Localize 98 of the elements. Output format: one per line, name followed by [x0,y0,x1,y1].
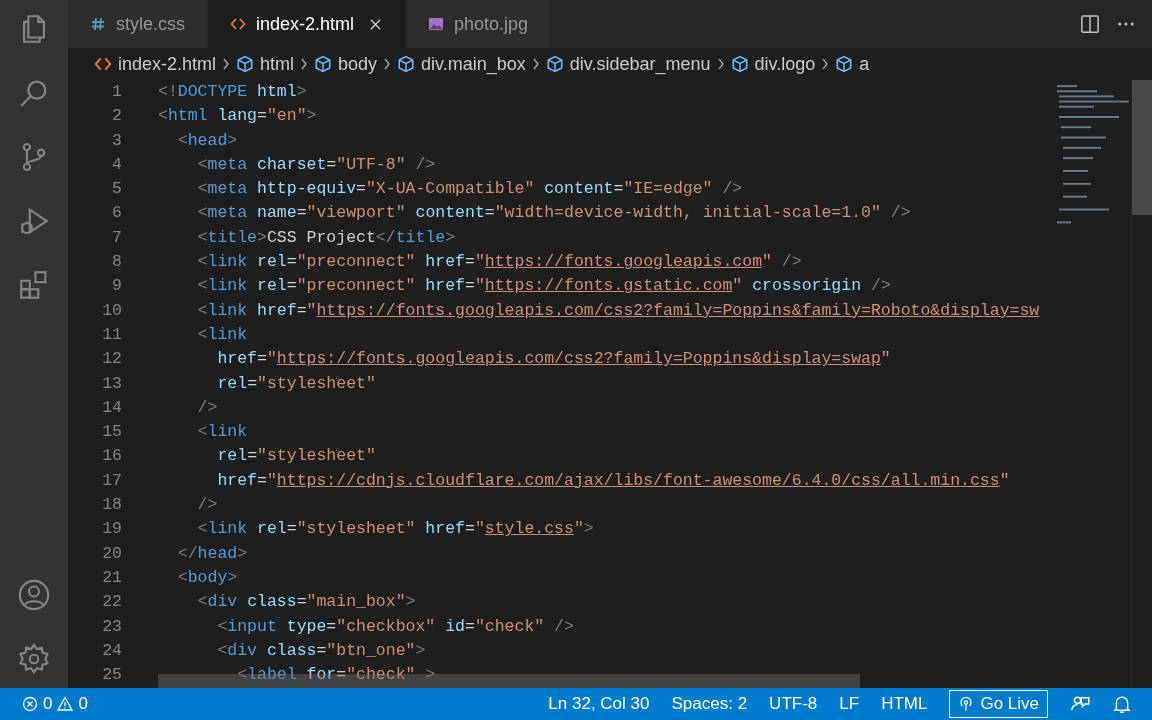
scrollbar-thumb[interactable] [1132,80,1152,215]
cube-icon [730,55,749,73]
code-brackets-icon [94,55,112,73]
line-number: 21 [101,566,122,589]
code-line: <meta name="viewport" content="width=device-width, initial-scale=1.0" /> [196,202,911,225]
breadcrumb-item[interactable]: div.main_box [397,53,526,75]
status-item[interactable]: Ln 32, Col 30 [548,694,650,714]
chevron-icon [300,57,309,71]
cube-icon [236,55,255,73]
chevron-icon [716,57,725,71]
line-number: 22 [101,591,122,614]
code-line: rel="stylesheet" [216,445,376,468]
cube-icon [397,55,416,73]
code-line: <meta http-equiv="X-UA-Compatible" content="IE=edge" /> [196,178,743,201]
line-number: 7 [111,226,122,249]
line-number: 2 [111,105,122,128]
warning-count: 0 [78,694,88,714]
code-line: <label for="check" > [236,664,436,687]
line-number: 11 [101,323,122,346]
error-count: 0 [43,694,53,714]
code-line: <link rel="stylesheet" href="style.css"> [196,518,594,541]
hash-icon [90,16,106,32]
code-line: <link [196,323,248,346]
line-number: 5 [111,178,122,201]
code-line: /> [196,396,218,419]
code-line: <body> [176,566,238,589]
breadcrumb-item[interactable]: a [835,53,870,75]
line-number: 16 [101,445,122,468]
breadcrumb-item[interactable]: body [314,53,378,75]
code-line: /> [196,494,218,517]
chevron-icon [531,57,540,71]
line-number: 25 [101,664,122,687]
line-number: 13 [101,372,122,395]
go-live-button[interactable]: Go Live [949,690,1048,718]
status-item[interactable]: LF [839,694,860,714]
status-item[interactable]: HTML [881,694,928,714]
breadcrumb-item[interactable]: div.logo [730,53,816,75]
line-number: 1 [111,81,122,103]
breadcrumb-label: div.logo [754,53,816,75]
code-line: <input type="checkbox" id="check" /> [216,615,574,638]
code-line: href="https://cdnjs.cloudflare.com/ajax/libs/font-awesome/6.4.0/css/all.min.css" [216,469,1010,492]
breadcrumb-item[interactable]: index-2.html [94,53,217,75]
code-line: <div class="main_box"> [196,591,416,614]
line-number: 12 [101,348,122,371]
warning-icon [57,696,74,712]
line-number: 20 [101,542,122,565]
code-line: <meta charset="UTF-8" /> [196,153,436,176]
code-line: href="https://fonts.googleapis.com/css2?family=Poppins&display=swap" [216,348,891,371]
editor-tab[interactable]: photo.jpg [406,0,551,48]
code-line: <link rel="preconnect" href="https://fonts.googleapis.com" /> [196,251,802,274]
error-icon [22,696,38,712]
breadcrumb-label: body [338,53,378,75]
split-editor-icon[interactable] [1080,14,1100,34]
editor-tab[interactable]: style.css [68,0,207,48]
line-number: 9 [111,275,122,298]
settings-icon[interactable] [17,642,51,676]
code-line: </head> [176,542,248,565]
breadcrumb-label: index-2.html [118,53,217,75]
chevron-icon [821,57,830,71]
chevron-icon [383,57,392,71]
line-number: 4 [111,153,122,176]
line-number: 24 [101,639,122,662]
breadcrumb-label: a [859,53,870,75]
status-item[interactable]: Spaces: 2 [671,694,748,714]
code-line: rel="stylesheet" [216,372,376,395]
code-line: <title>CSS Project</title> [196,226,456,249]
code-line: <!DOCTYPE html> [158,81,307,103]
code-line: <link [196,421,248,444]
breadcrumb-label: div.main_box [421,53,526,75]
code-line: <html lang="en"> [158,105,317,128]
code-line: <head> [176,129,238,152]
breadcrumb-item[interactable]: html [236,53,295,75]
breadcrumb-label: html [260,53,295,75]
chevron-icon [222,57,231,71]
code-line: <div class="btn_one"> [216,639,426,662]
image-icon [428,16,445,32]
code-line: <link rel="preconnect" href="https://fonts.gstatic.com" crossorigin /> [196,275,891,298]
line-number: 10 [101,299,122,322]
line-number: 15 [101,421,122,444]
status-item[interactable]: UTF-8 [769,694,818,714]
line-number: 6 [111,202,122,225]
line-number: 19 [101,518,122,541]
line-number: 23 [101,615,122,638]
notifications-icon[interactable] [1112,694,1132,714]
line-number: 3 [111,129,122,152]
code-brackets-icon [230,16,246,32]
broadcast-icon [958,696,975,712]
account-icon[interactable] [17,578,51,612]
cube-icon [545,55,564,73]
problems-status[interactable]: 0 0 [0,694,88,714]
cube-icon [835,55,854,73]
line-number: 17 [101,469,122,492]
line-number: 8 [111,251,122,274]
cube-icon [314,55,333,73]
editor-tab[interactable]: index-2.html [208,0,406,48]
line-number: 18 [101,494,122,517]
line-number: 14 [101,396,122,419]
code-line: <link href="https://fonts.googleapis.com/css2?family=Poppins&family=Roboto&display=sw [196,299,1040,322]
